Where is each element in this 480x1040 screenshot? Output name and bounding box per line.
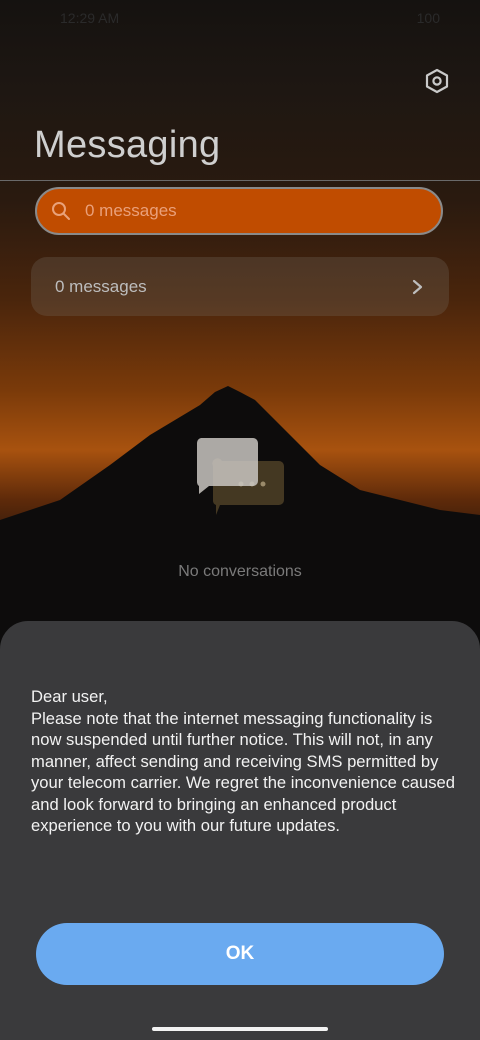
settings-hexagon-icon: [425, 68, 449, 94]
status-time: 12:29 AM: [60, 10, 120, 26]
search-bar[interactable]: [35, 187, 443, 235]
notice-body: Please note that the internet messaging …: [31, 708, 455, 836]
chat-bubbles-icon: [196, 438, 284, 515]
notice-message: Dear user, Please note that the internet…: [31, 686, 461, 837]
search-icon: [52, 202, 70, 220]
settings-button[interactable]: [422, 66, 452, 96]
ok-button[interactable]: OK: [36, 923, 444, 985]
messages-row[interactable]: 0 messages: [31, 257, 449, 316]
empty-state-text: No conversations: [178, 563, 302, 580]
home-indicator[interactable]: [152, 1027, 328, 1031]
chevron-right-icon: [412, 279, 423, 294]
page-title: Messaging: [34, 124, 221, 166]
notice-greeting: Dear user,: [31, 687, 108, 706]
notice-bottom-sheet: Dear user, Please note that the internet…: [0, 621, 480, 1040]
messages-row-label: 0 messages: [55, 276, 147, 296]
status-bar: 12:29 AM 100: [60, 10, 440, 30]
header-divider: [0, 180, 480, 181]
search-input[interactable]: [83, 200, 407, 222]
status-battery: 100: [416, 10, 440, 26]
